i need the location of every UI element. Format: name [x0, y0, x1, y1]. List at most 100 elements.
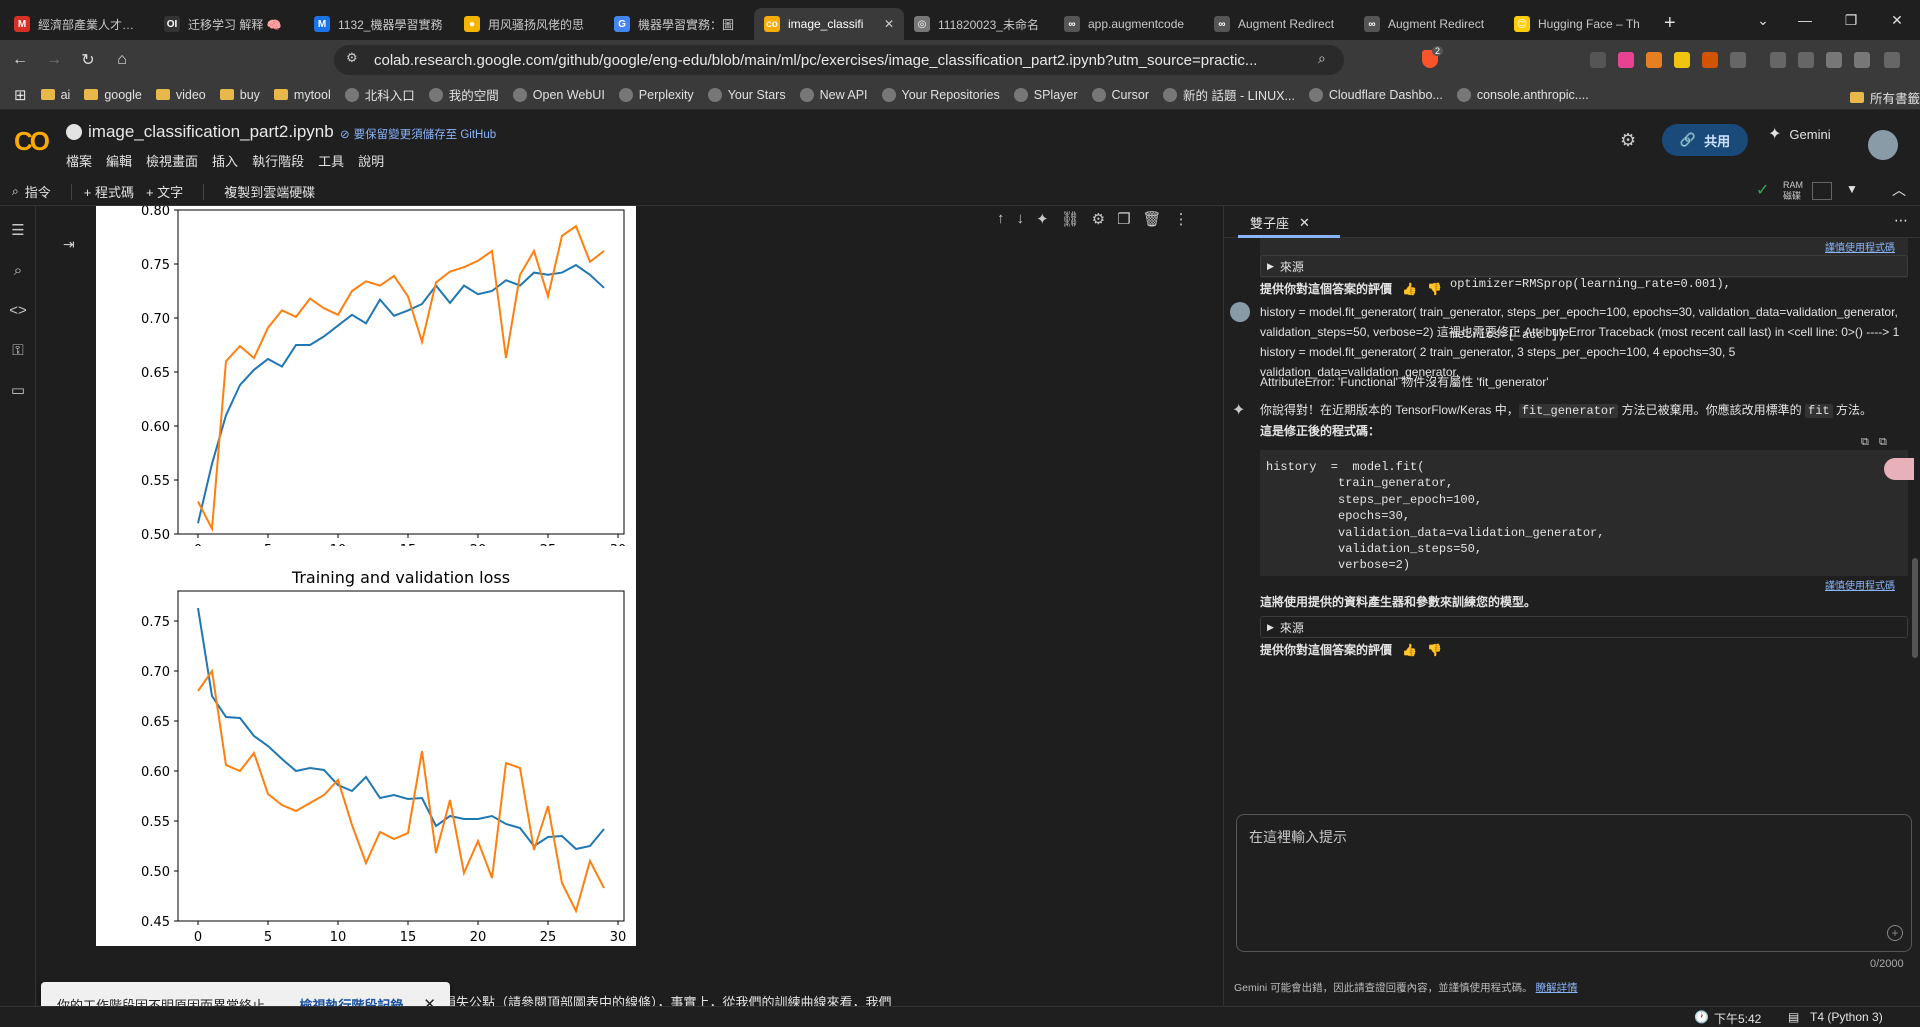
- browser-tab[interactable]: M 經濟部產業人才能力: [4, 8, 154, 40]
- bookmark-item[interactable]: Perplexity: [618, 87, 694, 102]
- move-down-icon[interactable]: ↓: [1017, 210, 1025, 228]
- close-icon[interactable]: ✕: [1299, 215, 1310, 231]
- save-to-github-link[interactable]: ⊘ 要保留變更須儲存至 GitHub: [340, 126, 496, 142]
- extensions-puzzle-icon[interactable]: [1730, 52, 1746, 68]
- bookmark-item[interactable]: ⊞: [14, 86, 27, 104]
- extension-icon[interactable]: [1674, 52, 1690, 68]
- use-code-carefully-link[interactable]: 謹慎使用程式碼: [1825, 239, 1895, 254]
- copy-icon[interactable]: ⧉: [1861, 436, 1869, 449]
- minimize-button[interactable]: —: [1782, 0, 1828, 40]
- bookmark-item[interactable]: Open WebUI: [512, 87, 605, 102]
- move-up-icon[interactable]: ↑: [997, 210, 1005, 228]
- code-snippets-icon[interactable]: <>: [8, 300, 28, 320]
- bookmark-item[interactable]: mytool: [273, 88, 331, 102]
- bookmark-item[interactable]: 新的 話題 - LINUX...: [1163, 85, 1295, 104]
- url-field[interactable]: ⚙ colab.research.google.com/github/googl…: [334, 45, 1344, 75]
- more-options-icon[interactable]: ⋮: [1174, 210, 1189, 228]
- tab-search-icon[interactable]: ⌄: [1740, 0, 1786, 40]
- output-toggle-icon[interactable]: ⇥: [63, 236, 75, 253]
- close-window-button[interactable]: ✕: [1874, 0, 1920, 40]
- copy-to-drive-button[interactable]: 複製到雲端硬碟: [224, 182, 315, 201]
- collapse-icon[interactable]: ︿: [1892, 180, 1906, 200]
- mirror-cell-icon[interactable]: ❐: [1117, 210, 1130, 228]
- maximize-button[interactable]: ❐: [1828, 0, 1874, 40]
- download-icon[interactable]: [1770, 52, 1786, 68]
- gemini-sparkle-icon[interactable]: ✦: [1036, 210, 1049, 228]
- browser-tab[interactable]: ∞ Augment Redirect: [1354, 8, 1504, 40]
- browser-tab[interactable]: ∞ Augment Redirect: [1204, 8, 1354, 40]
- bookmark-item[interactable]: Cloudflare Dashbo...: [1308, 87, 1443, 102]
- menu-item[interactable]: 檢視畫面: [146, 151, 198, 170]
- bookmark-item[interactable]: Cursor: [1091, 87, 1149, 102]
- colab-logo[interactable]: CO: [14, 126, 50, 157]
- bookmark-item[interactable]: google: [84, 88, 142, 102]
- browser-tab[interactable]: ● 用风骚扬风佬的思: [454, 8, 604, 40]
- thumbs-up-icon[interactable]: 👍: [1402, 282, 1417, 296]
- avatar[interactable]: [1868, 130, 1898, 160]
- table-of-contents-icon[interactable]: ☰: [8, 220, 28, 240]
- floating-extension-icon[interactable]: [1884, 458, 1914, 480]
- bookmark-item[interactable]: video: [155, 88, 206, 102]
- wallet-icon[interactable]: [1854, 52, 1870, 68]
- share-button[interactable]: 🔗 共用: [1662, 124, 1748, 156]
- use-code-carefully-link[interactable]: 謹慎使用程式碼: [1825, 577, 1895, 592]
- more-options-icon[interactable]: ⋯: [1894, 212, 1908, 229]
- extension-icon[interactable]: [1702, 52, 1718, 68]
- browser-tab[interactable]: co image_classifi ✕: [754, 8, 904, 40]
- bookmark-item[interactable]: 我的空間: [428, 85, 499, 104]
- thumbs-up-icon[interactable]: 👍: [1402, 643, 1417, 657]
- cell-settings-icon[interactable]: ⚙: [1092, 210, 1105, 228]
- menu-item[interactable]: 說明: [358, 151, 384, 170]
- bookmark-item[interactable]: buy: [219, 88, 260, 102]
- menu-item[interactable]: 插入: [212, 151, 238, 170]
- browser-tab[interactable]: 😊 Hugging Face – Th: [1504, 8, 1654, 40]
- extension-icon[interactable]: [1590, 52, 1606, 68]
- all-bookmarks[interactable]: 所有書籤: [1850, 88, 1920, 107]
- chevron-down-icon[interactable]: ▼: [1846, 182, 1858, 196]
- link-icon[interactable]: ⛓: [1061, 210, 1080, 228]
- secrets-key-icon[interactable]: ⚿: [8, 340, 28, 360]
- sources-toggle[interactable]: ▶ 來源: [1260, 616, 1908, 638]
- bookmark-item[interactable]: Your Stars: [707, 87, 786, 102]
- site-info-icon[interactable]: ⚙: [346, 50, 358, 66]
- browser-tab[interactable]: ◎ 111820023_未命名: [904, 8, 1054, 40]
- menu-item[interactable]: 檔案: [66, 151, 92, 170]
- resource-meter[interactable]: RAM 磁碟: [1783, 180, 1803, 202]
- settings-gear-icon[interactable]: ⚙: [1620, 130, 1636, 151]
- bookmark-item[interactable]: New API: [799, 87, 868, 102]
- notebook-title[interactable]: image_classification_part2.ipynb: [66, 122, 334, 142]
- delete-cell-icon[interactable]: 🗑: [1143, 210, 1162, 228]
- add-icon[interactable]: +: [1887, 925, 1903, 941]
- gemini-button[interactable]: ✦ Gemini: [1768, 124, 1831, 144]
- learn-more-link[interactable]: 瞭解詳情: [1536, 982, 1578, 994]
- bookmark-item[interactable]: Your Repositories: [881, 87, 1000, 102]
- runtime-label[interactable]: T4 (Python 3): [1810, 1010, 1883, 1024]
- tab-gemini[interactable]: 雙子座 ✕: [1250, 213, 1310, 232]
- brave-rewards-icon[interactable]: [1826, 52, 1842, 68]
- thumbs-down-icon[interactable]: 👎: [1427, 643, 1442, 657]
- find-icon[interactable]: ⌕: [8, 260, 28, 280]
- zoom-icon[interactable]: ⌕: [1318, 50, 1326, 67]
- bookmark-item[interactable]: SPlayer: [1013, 87, 1078, 102]
- browser-tab[interactable]: M 1132_機器學習實務: [304, 8, 454, 40]
- add-code-button[interactable]: + 程式碼: [84, 182, 134, 201]
- add-text-button[interactable]: + 文字: [146, 182, 183, 201]
- browser-tab[interactable]: ∞ app.augmentcode: [1054, 8, 1204, 40]
- bookmark-item[interactable]: console.anthropic....: [1456, 87, 1589, 102]
- files-folder-icon[interactable]: ▭: [8, 380, 28, 400]
- search-icon[interactable]: ⌕: [12, 184, 19, 199]
- back-icon[interactable]: ←: [6, 46, 34, 74]
- extension-icon[interactable]: [1646, 52, 1662, 68]
- new-tab-button[interactable]: +: [1664, 12, 1676, 35]
- extension-icon[interactable]: [1798, 52, 1814, 68]
- menu-item[interactable]: 執行階段: [252, 151, 304, 170]
- menu-icon[interactable]: [1884, 52, 1900, 68]
- insert-icon[interactable]: ⧉: [1879, 436, 1887, 449]
- browser-tab[interactable]: G 機器學習實務：圖: [604, 8, 754, 40]
- home-icon[interactable]: ⌂: [108, 46, 136, 74]
- menu-item[interactable]: 編輯: [106, 151, 132, 170]
- extension-icon[interactable]: [1618, 52, 1634, 68]
- bookmark-item[interactable]: ai: [40, 88, 70, 102]
- close-tab-icon[interactable]: ✕: [884, 17, 894, 31]
- sources-toggle[interactable]: ▶ 來源: [1260, 255, 1908, 277]
